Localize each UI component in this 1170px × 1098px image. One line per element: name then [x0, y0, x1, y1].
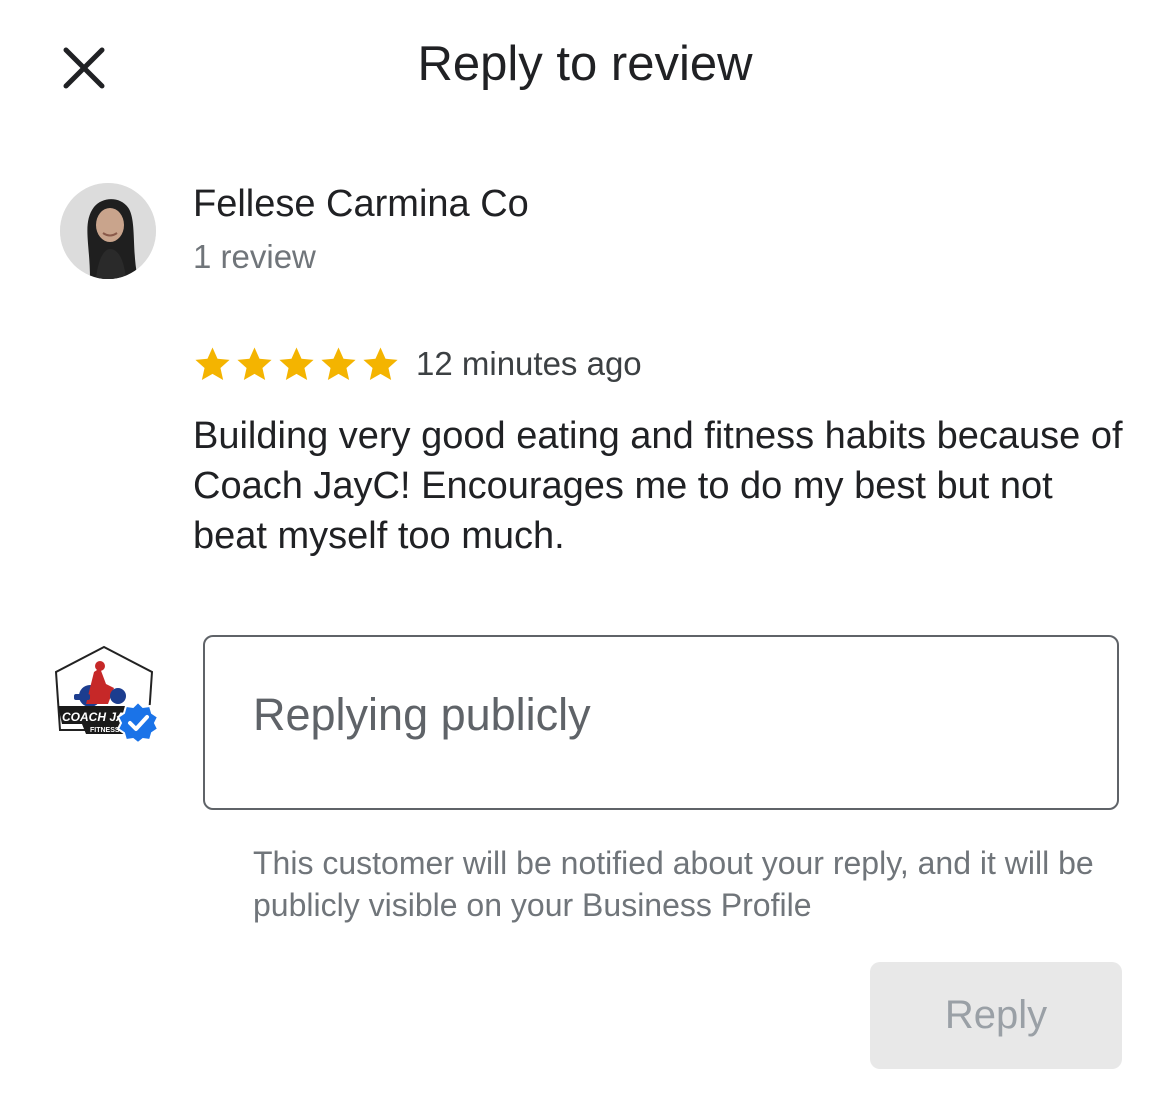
star-icon	[279, 346, 314, 380]
star-icon	[195, 346, 230, 380]
reviewer-avatar[interactable]	[60, 183, 156, 279]
review-count: 1 review	[193, 238, 316, 275]
star-rating	[193, 345, 400, 384]
review-timestamp: 12 minutes ago	[416, 345, 642, 382]
reply-input[interactable]	[253, 687, 1073, 743]
reviewer-name[interactable]: Fellese Carmina Co	[193, 183, 529, 226]
star-icon	[363, 346, 398, 380]
business-logo-subtext: FITNESS	[90, 727, 120, 734]
reply-button[interactable]: Reply	[870, 962, 1122, 1069]
reply-input-box[interactable]	[203, 635, 1119, 810]
business-avatar: COACH JAYC FITNESS	[48, 644, 160, 746]
rating-row: 12 minutes ago	[193, 342, 642, 386]
star-icon	[321, 346, 356, 380]
review-text: Building very good eating and fitness ha…	[193, 415, 1123, 557]
reply-helper-text: This customer will be notified about you…	[253, 845, 1094, 923]
star-icon	[237, 346, 272, 380]
page-title: Reply to review	[417, 37, 753, 91]
